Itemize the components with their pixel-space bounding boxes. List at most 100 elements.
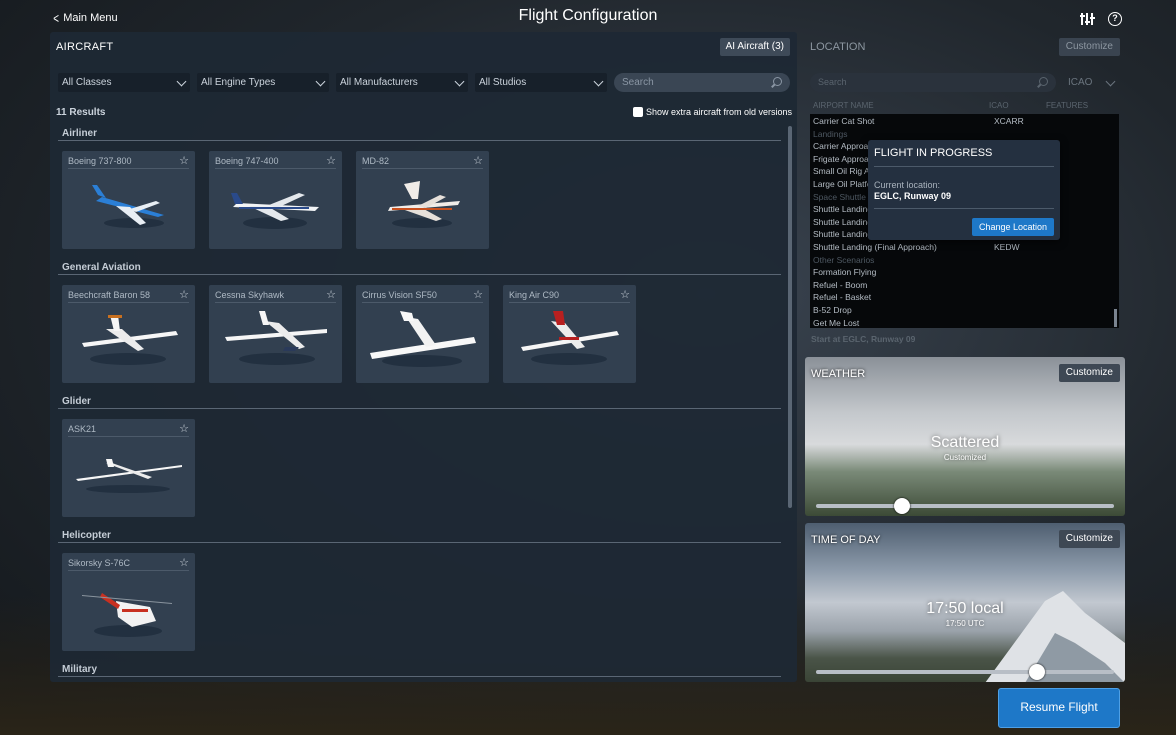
aircraft-scrollbar[interactable] (788, 126, 792, 508)
aircraft-card-king-air-c90[interactable]: King Air C90 ☆ (503, 285, 636, 383)
star-icon[interactable]: ☆ (179, 154, 189, 167)
aircraft-card-boeing-747-400[interactable]: Boeing 747-400 ☆ (209, 151, 342, 249)
star-icon[interactable]: ☆ (326, 154, 336, 167)
location-row-name: Shuttle Landing (Final Approach) (813, 242, 937, 252)
location-scrollbar[interactable] (1114, 309, 1117, 327)
manufacturer-filter[interactable]: All Manufacturers (336, 73, 468, 92)
aircraft-card-cessna-skyhawk[interactable]: Cessna Skyhawk ☆ (209, 285, 342, 383)
extra-aircraft-toggle[interactable]: Show extra aircraft from old versions (632, 107, 792, 117)
location-section-header: Landings (813, 129, 848, 139)
location-row[interactable]: Refuel - Boom (813, 280, 867, 290)
popup-label: Current location: (874, 180, 941, 190)
time-of-day-customize-button[interactable]: Customize (1058, 530, 1120, 548)
category-military: Military (58, 664, 781, 677)
popup-title: FLIGHT IN PROGRESS (874, 147, 993, 159)
location-row-name: Shuttle Landing (813, 216, 873, 227)
aircraft-image (82, 315, 178, 365)
aircraft-search-input[interactable]: Search (614, 73, 790, 92)
class-filter[interactable]: All Classes (58, 73, 190, 92)
location-row[interactable]: Shuttle Landing (813, 204, 872, 214)
time-of-day-title: TIME OF DAY (811, 534, 881, 546)
settings-sliders-icon[interactable] (1079, 12, 1095, 26)
category-glider: Glider ASK21 ☆ (58, 396, 781, 517)
aircraft-name: ASK21 (68, 424, 97, 434)
search-icon (773, 77, 782, 86)
mountain-image (985, 591, 1125, 682)
aircraft-header: AIRCRAFT AI Aircraft (3) (50, 32, 797, 62)
location-start: Start at EGLC, Runway 09 (811, 334, 916, 344)
weather-slider[interactable] (816, 498, 1114, 514)
icao-select[interactable]: ICAO (1064, 73, 1120, 92)
location-row[interactable]: Shuttle Landing (813, 229, 872, 239)
search-icon (1039, 77, 1048, 86)
location-row[interactable]: B-52 Drop (813, 305, 852, 315)
time-of-day-slider-knob[interactable] (1028, 664, 1045, 680)
star-icon[interactable]: ☆ (179, 288, 189, 301)
time-of-day-panel: TIME OF DAY Customize 17:50 local 17:50 … (805, 523, 1125, 682)
location-row[interactable]: Shuttle Landing (813, 217, 872, 227)
aircraft-name: Beechcraft Baron 58 (68, 290, 151, 300)
location-row[interactable]: Refuel - Basket (813, 292, 871, 302)
location-row[interactable]: Large Oil Platfo (813, 179, 872, 189)
change-location-button[interactable]: Change Location (971, 218, 1054, 236)
aircraft-panel: AIRCRAFT AI Aircraft (3) All Classes All… (50, 32, 797, 682)
star-icon[interactable]: ☆ (179, 422, 189, 435)
extra-aircraft-checkbox[interactable] (632, 107, 643, 117)
weather-title: WEATHER (811, 368, 866, 380)
category-title: Helicopter (58, 530, 781, 543)
location-customize-button[interactable]: Customize (1058, 38, 1120, 56)
weather-customize-button[interactable]: Customize (1058, 364, 1120, 382)
aircraft-image (231, 193, 319, 229)
search-placeholder: Search (622, 77, 654, 88)
aircraft-card-beechcraft-baron-58[interactable]: Beechcraft Baron 58 ☆ (62, 285, 195, 383)
location-row[interactable]: Carrier Cat Shot (813, 116, 874, 126)
location-row-icao: KEDW (994, 242, 1020, 252)
time-of-day-slider[interactable] (816, 664, 1114, 680)
location-row[interactable]: Formation Flying (813, 267, 876, 277)
aircraft-name: Boeing 747-400 (215, 156, 279, 166)
aircraft-card-ask21[interactable]: ASK21 ☆ (62, 419, 195, 517)
top-icons: ? (1079, 12, 1122, 26)
star-icon[interactable]: ☆ (620, 288, 630, 301)
aircraft-card-md-82[interactable]: MD-82 ☆ (356, 151, 489, 249)
aircraft-card-boeing-737-800[interactable]: Boeing 737-800 ☆ (62, 151, 195, 249)
star-icon[interactable]: ☆ (473, 154, 483, 167)
location-row[interactable]: Get Me Lost (813, 318, 859, 328)
category-general-aviation: General Aviation Beechcraft Baron 58 ☆ C… (58, 262, 781, 383)
aircraft-image (521, 311, 619, 365)
aircraft-name: Cirrus Vision SF50 (362, 290, 437, 300)
aircraft-image (92, 185, 164, 228)
column-features: FEATURES (1046, 101, 1089, 110)
ai-aircraft-button[interactable]: AI Aircraft (3) (719, 38, 790, 56)
star-icon[interactable]: ☆ (326, 288, 336, 301)
popup-location: EGLC, Runway 09 (874, 191, 952, 201)
resume-flight-button[interactable]: Resume Flight (998, 688, 1120, 728)
studio-filter[interactable]: All Studios (475, 73, 607, 92)
aircraft-card-cirrus-vision-sf50[interactable]: Cirrus Vision SF50 ☆ (356, 285, 489, 383)
location-row-name: Large Oil Platfo (813, 179, 872, 189)
location-row-name: Get Me Lost (813, 317, 860, 328)
aircraft-name: Cessna Skyhawk (215, 290, 285, 300)
location-row[interactable]: Small Oil Rig A (813, 166, 870, 176)
engine-filter[interactable]: All Engine Types (197, 73, 329, 92)
aircraft-image (370, 311, 476, 367)
category-title: General Aviation (58, 262, 781, 275)
star-icon[interactable]: ☆ (179, 556, 189, 569)
location-row[interactable]: Shuttle Landing (Final Approach) (813, 242, 937, 252)
weather-slider-knob[interactable] (894, 498, 911, 514)
aircraft-card-sikorsky-s-76c[interactable]: Sikorsky S-76C ☆ (62, 553, 195, 651)
location-section-header: Space Shuttle (813, 192, 866, 202)
location-section-title: Landings (813, 128, 848, 139)
star-icon[interactable]: ☆ (473, 288, 483, 301)
weather-value: Scattered (930, 434, 1000, 451)
location-row-name: B-52 Drop (813, 305, 852, 315)
help-icon[interactable]: ? (1108, 12, 1122, 26)
category-title: Military (58, 664, 781, 677)
class-filter-label: All Classes (62, 77, 112, 88)
column-icao: ICAO (989, 101, 1009, 110)
studio-filter-label: All Studios (479, 77, 527, 88)
chevron-down-icon (176, 76, 187, 87)
location-row-icao: XCARR (994, 116, 1024, 126)
location-search-input[interactable]: Search (810, 73, 1056, 92)
location-title: LOCATION (810, 41, 866, 53)
